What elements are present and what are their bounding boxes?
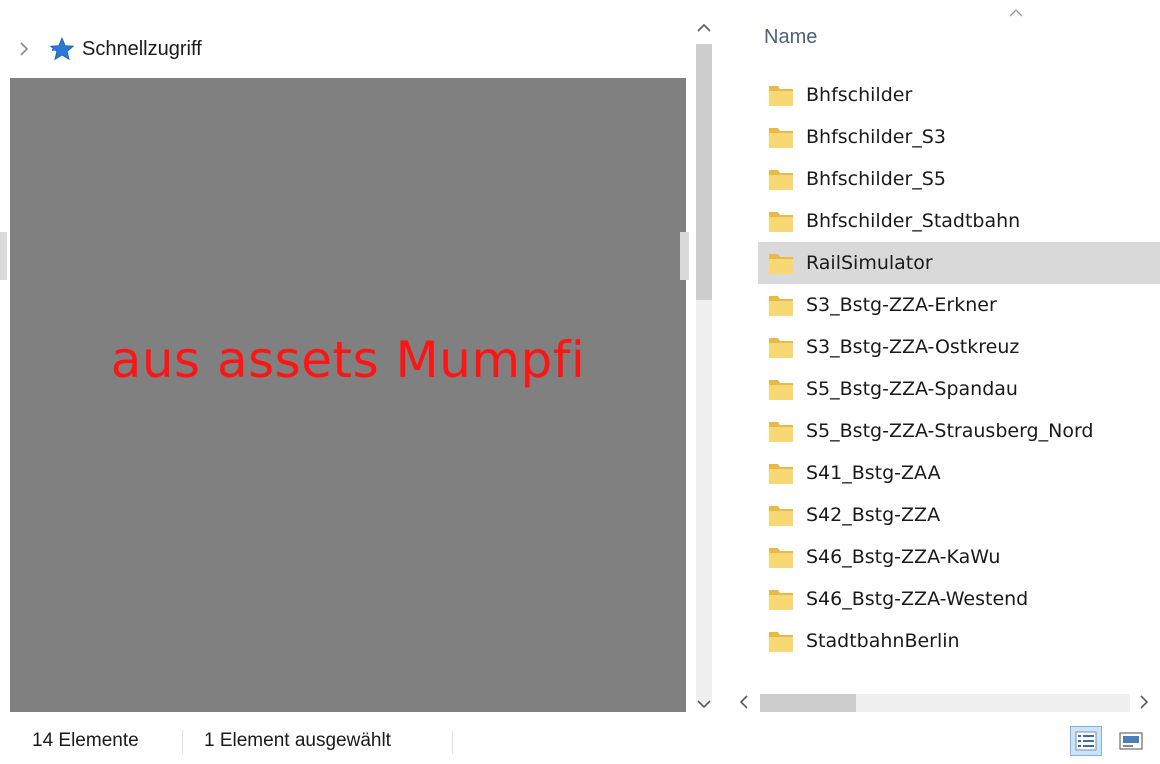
nav-vertical-scrollbar[interactable] [690,10,720,718]
folder-icon [768,293,794,317]
file-name[interactable]: S5_Bstg-ZZA-Strausberg_Nord [806,420,1094,442]
file-name[interactable]: Bhfschilder_Stadtbahn [806,210,1020,232]
list-item[interactable]: Bhfschilder_Stadtbahn [758,200,1160,242]
folder-icon [768,209,794,233]
horizontal-scrollbar[interactable] [730,686,1160,718]
selection-count: 1 Element ausgewählt [204,730,391,751]
folder-icon [768,629,794,653]
list-item[interactable]: Bhfschilder_S3 [758,116,1160,158]
folder-icon [768,419,794,443]
file-name[interactable]: S41_Bstg-ZAA [806,462,941,484]
nav-item-quick-access[interactable]: Schnellzugriff [14,34,202,64]
scroll-right-icon[interactable] [1134,692,1154,712]
list-item[interactable]: StadtbahnBerlin [758,620,1160,662]
file-name[interactable]: StadtbahnBerlin [806,630,960,652]
folder-icon [768,83,794,107]
folder-icon [768,335,794,359]
item-count: 14 Elemente [32,730,139,751]
file-name[interactable]: Bhfschilder_S5 [806,168,946,190]
redaction-overlay: aus assets Mumpfi [10,78,686,712]
list-item[interactable]: S41_Bstg-ZAA [758,452,1160,494]
chevron-right-icon[interactable] [14,39,34,59]
quick-access-label[interactable]: Schnellzugriff [82,38,202,61]
sort-ascending-icon [1006,6,1026,20]
column-header-name[interactable]: Name [764,22,817,52]
file-name[interactable]: S3_Bstg-ZZA-Erkner [806,294,997,316]
list-item[interactable]: S3_Bstg-ZZA-Ostkreuz [758,326,1160,368]
details-view-icon[interactable] [1070,726,1102,756]
folder-icon [768,587,794,611]
file-name[interactable]: Bhfschilder [806,84,912,106]
scroll-thumb[interactable] [696,44,712,300]
file-name[interactable]: S5_Bstg-ZZA-Spandau [806,378,1018,400]
file-name[interactable]: S42_Bstg-ZZA [806,504,940,526]
status-divider [452,730,453,754]
folder-icon [768,545,794,569]
list-item[interactable]: Bhfschilder [758,74,1160,116]
status-bar: 14 Elemente 1 Element ausgewählt [0,718,1160,764]
list-item[interactable]: S46_Bstg-ZZA-KaWu [758,536,1160,578]
list-item[interactable]: S46_Bstg-ZZA-Westend [758,578,1160,620]
redaction-overlay-text: aus assets Mumpfi [110,331,586,389]
list-item[interactable]: S5_Bstg-ZZA-Strausberg_Nord [758,410,1160,452]
list-item[interactable]: S3_Bstg-ZZA-Erkner [758,284,1160,326]
scroll-left-icon[interactable] [734,692,754,712]
large-icons-view-icon[interactable] [1116,728,1146,754]
list-item[interactable]: RailSimulator [758,242,1160,284]
folder-icon [768,503,794,527]
file-list-pane: Name Bhfschilder Bhfschilder_S3 Bhfschilde… [730,0,1160,718]
scroll-up-icon[interactable] [694,18,714,38]
file-name[interactable]: S46_Bstg-ZZA-Westend [806,588,1028,610]
folder-icon [768,251,794,275]
folder-icon [768,377,794,401]
status-divider [182,730,183,754]
scroll-thumb[interactable] [760,694,856,712]
list-item[interactable]: Bhfschilder_S5 [758,158,1160,200]
splitter-mark [0,232,7,280]
list-item[interactable]: S5_Bstg-ZZA-Spandau [758,368,1160,410]
pane-splitter[interactable] [680,232,689,280]
column-header-label[interactable]: Name [764,26,817,49]
navigation-pane: Schnellzugriff aus assets Mumpfi [0,0,720,718]
file-name[interactable]: Bhfschilder_S3 [806,126,946,148]
file-name[interactable]: S3_Bstg-ZZA-Ostkreuz [806,336,1019,358]
file-name[interactable]: S46_Bstg-ZZA-KaWu [806,546,1000,568]
file-list: Bhfschilder Bhfschilder_S3 Bhfschilder_S5 B… [758,74,1160,662]
scroll-down-icon[interactable] [694,694,714,714]
folder-icon [768,125,794,149]
file-name[interactable]: RailSimulator [806,252,933,274]
list-item[interactable]: S42_Bstg-ZZA [758,494,1160,536]
star-icon [48,36,76,62]
folder-icon [768,167,794,191]
folder-icon [768,461,794,485]
